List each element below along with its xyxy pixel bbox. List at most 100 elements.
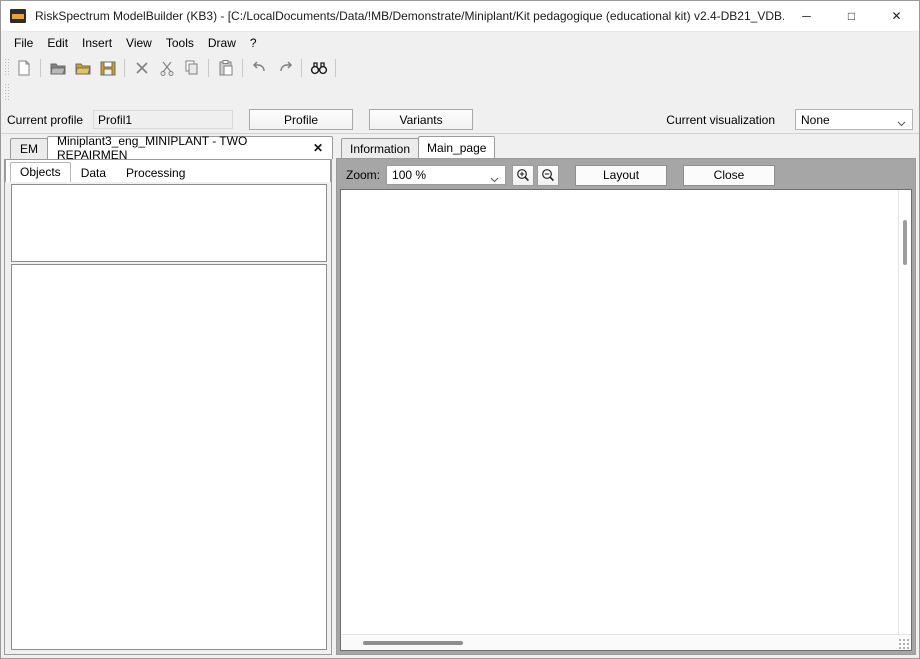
close-icon[interactable]: ✕	[313, 141, 323, 155]
view-tabs: Information Main_page	[336, 136, 916, 159]
tab-data[interactable]: Data	[71, 162, 116, 182]
copy-button[interactable]	[180, 57, 203, 79]
left-frame: Objects Data Processing	[4, 160, 332, 655]
close-view-button[interactable]: Close	[683, 165, 775, 186]
toolbar-objects	[1, 80, 919, 105]
variants-button[interactable]: Variants	[369, 109, 473, 130]
current-visualization-label: Current visualization	[666, 113, 775, 127]
redo-icon	[276, 59, 294, 77]
layout-button[interactable]: Layout	[575, 165, 667, 186]
zoom-in-icon	[516, 168, 530, 182]
title-bar: RiskSpectrum ModelBuilder (KB3) - [C:/Lo…	[1, 1, 919, 32]
toolbar-separator	[301, 59, 302, 77]
current-profile-value[interactable]: Profil1	[93, 110, 233, 129]
zoom-toolbar: Zoom: 100 %	[340, 162, 912, 188]
save-button[interactable]	[96, 57, 119, 79]
minimize-button[interactable]: ─	[784, 1, 829, 32]
tab-main-page[interactable]: Main_page	[418, 136, 495, 158]
doc-tab-miniplant-label: Miniplant3_eng_MINIPLANT - TWO REPAIRMEN	[57, 134, 306, 162]
main-body: EM Miniplant3_eng_MINIPLANT - TWO REPAIR…	[1, 134, 919, 658]
menu-file[interactable]: File	[7, 34, 40, 52]
copy-icon	[183, 59, 201, 77]
menu-help[interactable]: ?	[243, 34, 264, 52]
toolbars	[1, 54, 919, 106]
current-visualization-select[interactable]: None	[795, 109, 913, 130]
new-icon	[15, 59, 33, 77]
tab-objects[interactable]: Objects	[10, 162, 71, 182]
save-icon	[99, 59, 117, 77]
canvas-vertical-scroll-thumb[interactable]	[903, 220, 907, 265]
doc-tab-em[interactable]: EM	[10, 138, 48, 159]
toolbar-separator	[40, 59, 41, 77]
open-folder-active-button[interactable]	[71, 57, 94, 79]
profile-button[interactable]: Profile	[249, 109, 353, 130]
doc-tab-em-label: EM	[20, 142, 38, 156]
diagram-canvas[interactable]	[341, 190, 911, 634]
current-profile-label: Current profile	[7, 113, 83, 127]
object-tree[interactable]	[11, 264, 327, 650]
profile-bar: Current profile Profil1 Profile Variants…	[1, 106, 919, 134]
document-tabs: EM Miniplant3_eng_MINIPLANT - TWO REPAIR…	[4, 136, 332, 160]
maximize-button[interactable]: □	[829, 1, 874, 32]
view-body: Zoom: 100 %	[336, 159, 916, 655]
chevron-down-icon	[897, 116, 906, 130]
left-panel: EM Miniplant3_eng_MINIPLANT - TWO REPAIR…	[4, 136, 332, 655]
resize-grip[interactable]	[898, 638, 909, 649]
new-button[interactable]	[12, 57, 35, 79]
zoom-out-button[interactable]	[537, 165, 559, 186]
toolbar-separator	[124, 59, 125, 77]
tab-objects-label: Objects	[20, 165, 61, 179]
find-binoculars-button[interactable]	[307, 57, 330, 79]
tab-information[interactable]: Information	[341, 138, 419, 158]
toolbar-grip[interactable]	[4, 83, 9, 102]
toolbar-separator	[242, 59, 243, 77]
menu-tools[interactable]: Tools	[159, 34, 201, 52]
tab-data-label: Data	[81, 166, 106, 180]
zoom-label: Zoom:	[346, 168, 380, 182]
menu-draw[interactable]: Draw	[201, 34, 243, 52]
menu-bar: File Edit Insert View Tools Draw ?	[1, 32, 919, 54]
zoom-value: 100 %	[392, 168, 426, 182]
redo-button[interactable]	[273, 57, 296, 79]
menu-view[interactable]: View	[119, 34, 159, 52]
window-controls: ─ □ ✕	[784, 1, 919, 32]
zoom-out-icon	[541, 168, 555, 182]
cut-scissors-button[interactable]	[155, 57, 178, 79]
paste-button[interactable]	[214, 57, 237, 79]
menu-edit[interactable]: Edit	[40, 34, 75, 52]
close-button[interactable]: ✕	[874, 1, 919, 32]
open-folder-button[interactable]	[46, 57, 69, 79]
canvas-horizontal-scroll-thumb[interactable]	[363, 641, 463, 645]
right-panel: Information Main_page Zoom: 100 %	[336, 136, 916, 655]
tab-information-label: Information	[350, 142, 410, 156]
undo-icon	[251, 59, 269, 77]
zoom-select[interactable]: 100 %	[386, 165, 506, 185]
canvas-container	[340, 189, 912, 651]
paste-icon	[217, 59, 235, 77]
page-tree[interactable]	[11, 184, 327, 262]
toolbar-standard	[1, 55, 919, 80]
tab-processing-label: Processing	[126, 166, 185, 180]
canvas-horizontal-scrollbar[interactable]	[341, 634, 911, 650]
application-window: RiskSpectrum ModelBuilder (KB3) - [C:/Lo…	[0, 0, 920, 659]
window-title: RiskSpectrum ModelBuilder (KB3) - [C:/Lo…	[35, 9, 784, 23]
toolbar-grip[interactable]	[4, 58, 9, 77]
canvas-vertical-scrollbar[interactable]	[898, 190, 911, 634]
tab-main-page-label: Main_page	[427, 141, 486, 155]
open-folder-active-icon	[74, 59, 92, 77]
chevron-down-icon	[490, 172, 499, 186]
menu-insert[interactable]: Insert	[75, 34, 119, 52]
object-sub-tabs: Objects Data Processing	[5, 160, 331, 182]
toolbar-separator	[208, 59, 209, 77]
delete-x-button[interactable]	[130, 57, 153, 79]
undo-button[interactable]	[248, 57, 271, 79]
tab-processing[interactable]: Processing	[116, 162, 195, 182]
find-binoculars-icon	[310, 59, 328, 77]
zoom-in-button[interactable]	[512, 165, 534, 186]
app-icon	[10, 9, 26, 23]
cut-scissors-icon	[158, 59, 176, 77]
toolbar-separator	[335, 59, 336, 77]
doc-tab-miniplant[interactable]: Miniplant3_eng_MINIPLANT - TWO REPAIRMEN…	[47, 136, 333, 159]
open-folder-icon	[49, 59, 67, 77]
current-visualization-value: None	[801, 113, 830, 127]
